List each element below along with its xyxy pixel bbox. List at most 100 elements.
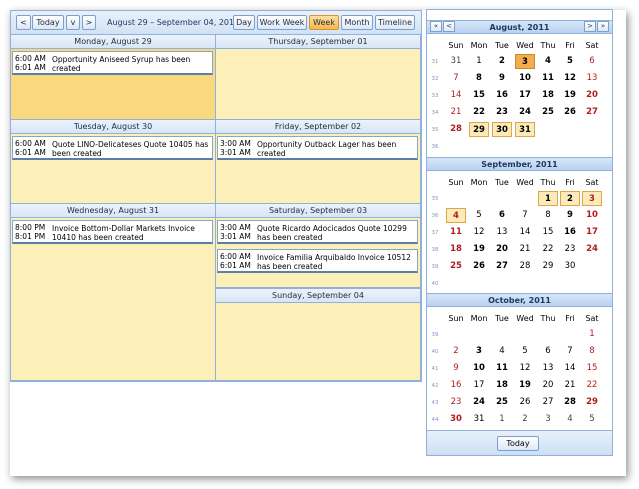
day-cell-saturday[interactable]: Saturday, September 03 3:00 AM 3:01 AM Q… — [216, 204, 421, 288]
calendar-day[interactable]: 19 — [469, 242, 489, 257]
calendar-day[interactable]: 12 — [515, 361, 535, 376]
calendar-day[interactable]: 29 — [582, 395, 602, 410]
calendar-day[interactable]: 22 — [538, 242, 558, 257]
calendar-day[interactable]: 22 — [469, 105, 489, 120]
day-cell-sunday[interactable]: Sunday, September 04 — [216, 288, 421, 381]
day-cell-monday[interactable]: Monday, August 29 6:00 AM 6:01 AM Opport… — [11, 35, 216, 120]
appointment[interactable]: 3:00 AM 3:01 AM Opportunity Outback Lage… — [217, 136, 418, 160]
calendar-today-button[interactable]: Today — [497, 436, 539, 451]
calendar-day[interactable]: 13 — [492, 225, 512, 240]
calendar-day[interactable]: 1 — [492, 412, 512, 427]
day-cell-tuesday[interactable]: Tuesday, August 30 6:00 AM 6:01 AM Quote… — [11, 120, 216, 204]
calendar-day[interactable]: 14 — [560, 361, 580, 376]
calendar-day[interactable]: 13 — [582, 71, 602, 86]
calendar-day[interactable]: 1 — [538, 191, 558, 206]
calendar-day[interactable]: 7 — [446, 71, 466, 86]
calendar-day[interactable]: 26 — [515, 395, 535, 410]
calendar-day[interactable]: 21 — [446, 105, 466, 120]
calendar-day[interactable]: 28 — [560, 395, 580, 410]
view-month-button[interactable]: Month — [341, 15, 373, 30]
view-week-button[interactable]: Week — [309, 15, 339, 30]
calendar-day[interactable]: 18 — [446, 242, 466, 257]
calendar-day[interactable]: 16 — [492, 88, 512, 103]
calendar-day[interactable]: 10 — [515, 71, 535, 86]
calendar-day[interactable]: 3 — [582, 191, 602, 206]
calendar-day[interactable]: 21 — [515, 242, 535, 257]
calendar-day[interactable]: 31 — [515, 122, 535, 137]
calendar-day[interactable]: 1 — [582, 327, 602, 342]
calendar-day[interactable]: 3 — [515, 54, 535, 69]
calendar-day[interactable]: 7 — [560, 344, 580, 359]
appointment[interactable]: 6:00 AM 6:01 AM Invoice Familia Arquibal… — [217, 249, 418, 273]
calendar-day[interactable]: 11 — [446, 225, 466, 240]
prev-year-button[interactable]: « — [430, 21, 442, 32]
prev-month-button[interactable]: < — [443, 21, 455, 32]
calendar-day[interactable]: 9 — [446, 361, 466, 376]
calendar-day[interactable]: 11 — [492, 361, 512, 376]
calendar-day[interactable]: 26 — [469, 259, 489, 274]
calendar-day[interactable]: 31 — [446, 54, 466, 69]
next-year-button[interactable]: » — [597, 21, 609, 32]
calendar-day[interactable]: 31 — [469, 412, 489, 427]
calendar-day[interactable]: 13 — [538, 361, 558, 376]
calendar-day[interactable]: 22 — [582, 378, 602, 393]
calendar-day[interactable]: 30 — [560, 259, 580, 274]
calendar-day[interactable]: 27 — [582, 105, 602, 120]
calendar-day[interactable]: 2 — [492, 54, 512, 69]
calendar-day[interactable]: 24 — [515, 105, 535, 120]
appointment[interactable]: 8:00 PM 8:01 PM Invoice Bottom-Dollar Ma… — [12, 220, 213, 244]
day-cell-thursday[interactable]: Thursday, September 01 — [216, 35, 421, 120]
calendar-day[interactable]: 6 — [492, 208, 512, 223]
calendar-day[interactable]: 25 — [492, 395, 512, 410]
calendar-day[interactable]: 23 — [446, 395, 466, 410]
calendar-day[interactable]: 24 — [469, 395, 489, 410]
calendar-day[interactable]: 4 — [560, 412, 580, 427]
calendar-day[interactable]: 2 — [446, 344, 466, 359]
view-day-button[interactable]: Day — [233, 15, 255, 30]
calendar-day[interactable]: 16 — [446, 378, 466, 393]
appointment[interactable]: 6:00 AM 6:01 AM Quote LINO-Delicateses Q… — [12, 136, 213, 160]
calendar-day[interactable]: 8 — [538, 208, 558, 223]
appointment[interactable]: 6:00 AM 6:01 AM Opportunity Aniseed Syru… — [12, 51, 213, 75]
calendar-day[interactable]: 30 — [446, 412, 466, 427]
view-work-week-button[interactable]: Work Week — [257, 15, 307, 30]
calendar-day[interactable]: 23 — [560, 242, 580, 257]
calendar-day[interactable]: 5 — [469, 208, 489, 223]
calendar-day[interactable]: 16 — [560, 225, 580, 240]
calendar-day[interactable]: 27 — [538, 395, 558, 410]
calendar-day[interactable]: 23 — [492, 105, 512, 120]
calendar-day[interactable]: 20 — [582, 88, 602, 103]
calendar-day[interactable]: 5 — [560, 54, 580, 69]
today-button[interactable]: Today — [32, 15, 64, 30]
calendar-day[interactable]: 2 — [560, 191, 580, 206]
calendar-day[interactable]: 28 — [515, 259, 535, 274]
calendar-day[interactable]: 17 — [469, 378, 489, 393]
calendar-day[interactable]: 20 — [492, 242, 512, 257]
calendar-day[interactable]: 17 — [515, 88, 535, 103]
calendar-day[interactable]: 25 — [538, 105, 558, 120]
next-button[interactable]: > — [82, 15, 96, 30]
calendar-day[interactable]: 28 — [446, 122, 466, 137]
day-cell-wednesday[interactable]: Wednesday, August 31 8:00 PM 8:01 PM Inv… — [11, 204, 216, 381]
calendar-day[interactable]: 4 — [538, 54, 558, 69]
calendar-day[interactable]: 12 — [469, 225, 489, 240]
calendar-day[interactable]: 10 — [582, 208, 602, 223]
calendar-day[interactable]: 14 — [446, 88, 466, 103]
calendar-day[interactable]: 15 — [538, 225, 558, 240]
calendar-day[interactable]: 18 — [492, 378, 512, 393]
calendar-day[interactable]: 8 — [582, 344, 602, 359]
next-month-button[interactable]: > — [584, 21, 596, 32]
calendar-day[interactable]: 20 — [538, 378, 558, 393]
calendar-day[interactable]: 9 — [560, 208, 580, 223]
calendar-day[interactable]: 29 — [469, 122, 489, 137]
calendar-day[interactable]: 14 — [515, 225, 535, 240]
calendar-day[interactable]: 5 — [582, 412, 602, 427]
prev-button[interactable]: < — [16, 15, 31, 30]
calendar-day[interactable]: 4 — [446, 208, 466, 223]
appointment[interactable]: 3:00 AM 3:01 AM Quote Ricardo Adocicados… — [217, 220, 418, 244]
calendar-day[interactable]: 15 — [469, 88, 489, 103]
calendar-day[interactable]: 30 — [492, 122, 512, 137]
calendar-day[interactable]: 6 — [582, 54, 602, 69]
calendar-day[interactable]: 24 — [582, 242, 602, 257]
calendar-day[interactable]: 6 — [538, 344, 558, 359]
